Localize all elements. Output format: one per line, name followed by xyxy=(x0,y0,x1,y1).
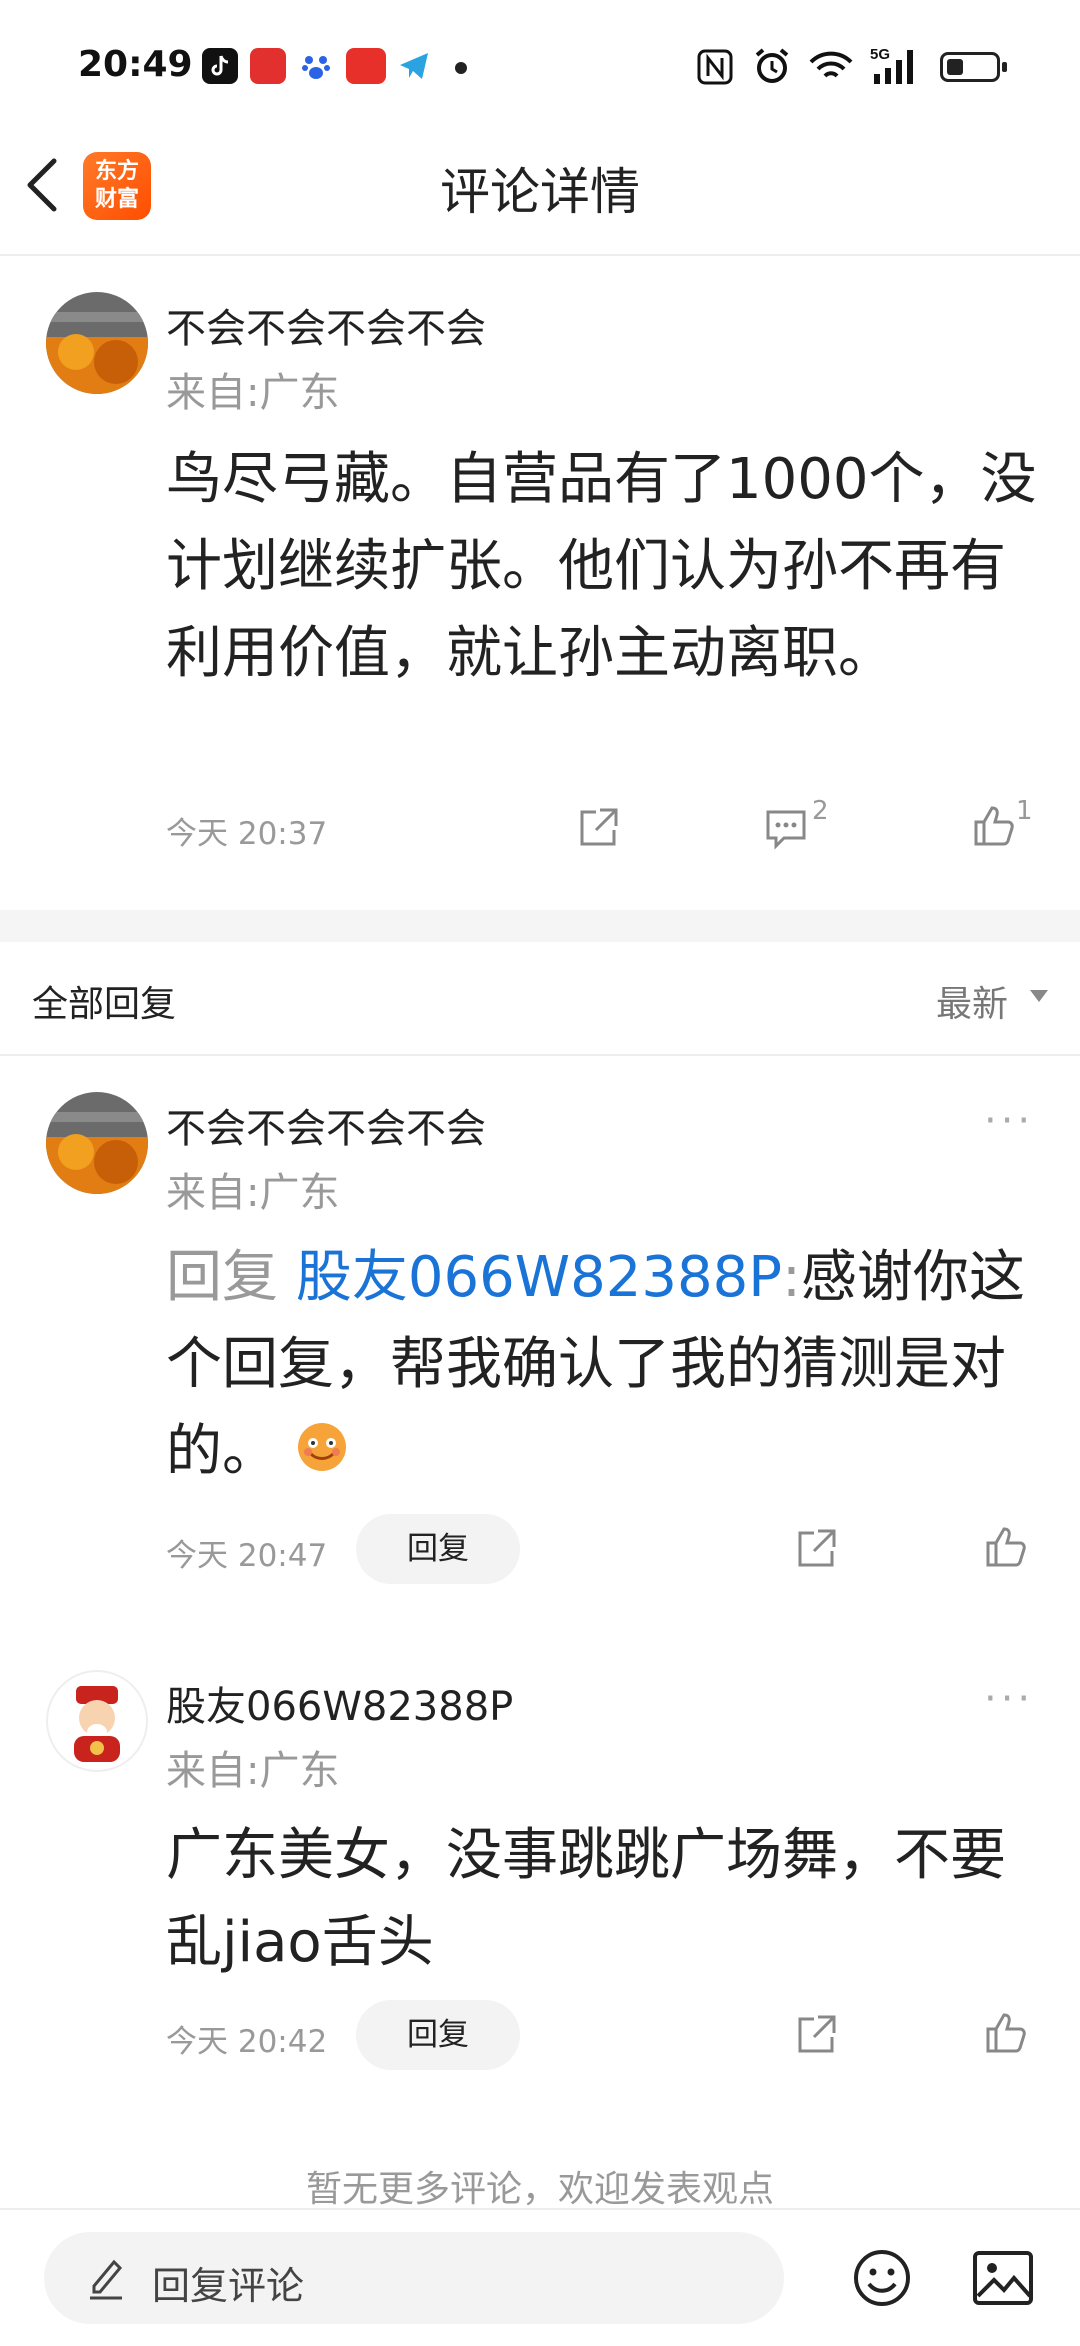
reply-button[interactable]: 回复 xyxy=(356,2000,520,2070)
more-icon[interactable]: ··· xyxy=(984,1098,1034,1144)
caret-down-icon[interactable] xyxy=(1030,990,1048,1002)
baidu-paw-icon xyxy=(298,48,334,84)
share-icon[interactable] xyxy=(792,1525,840,1573)
tiktok-icon xyxy=(202,48,238,84)
section-gap xyxy=(0,910,1080,942)
mention-separator: : xyxy=(781,1245,801,1310)
dot-icon xyxy=(455,62,467,74)
no-more-comments: 暂无更多评论，欢迎发表观点 xyxy=(305,2169,774,2210)
comment-time: 今天 20:37 xyxy=(166,816,328,852)
signal-5g-icon: 5G xyxy=(868,44,924,92)
reply-button[interactable]: 回复 xyxy=(356,1514,520,1584)
avatar[interactable] xyxy=(46,292,148,394)
alarm-icon xyxy=(752,46,792,90)
emoji-icon[interactable] xyxy=(852,2248,912,2312)
like-icon[interactable] xyxy=(982,1523,1030,1571)
reply-input-placeholder[interactable]: 回复评论 xyxy=(152,2255,304,2310)
location: 来自:广东 xyxy=(166,1170,340,1216)
avatar[interactable] xyxy=(46,1670,148,1772)
page-title: 评论详情 xyxy=(440,163,640,221)
nfc-icon xyxy=(696,48,734,90)
image-icon[interactable] xyxy=(972,2250,1034,2310)
share-icon[interactable] xyxy=(792,2011,840,2059)
reply-text: 广东美女，没事跳跳广场舞，不要乱jiao舌头 xyxy=(166,1823,1006,1975)
smiling-face-emoji-icon xyxy=(296,1411,348,1498)
sort-dropdown[interactable]: 最新 xyxy=(936,975,1008,1027)
toutiao-icon xyxy=(346,48,386,84)
like-icon[interactable] xyxy=(970,802,1018,850)
pencil-icon xyxy=(86,2256,126,2304)
username[interactable]: 股友066W82388P xyxy=(166,1674,513,1732)
comment-text: 鸟尽弓藏。自营品有了1000个，没计划继续扩张。他们认为孙不再有利用价值，就让孙… xyxy=(166,447,1037,686)
reply-prefix: 回复 xyxy=(166,1245,278,1310)
telegram-icon xyxy=(396,48,432,84)
reply-text: 回复 股友066W82388P:感谢你这个回复，帮我确认了我的猜测是对的。 xyxy=(166,1234,1046,1498)
username[interactable]: 不会不会不会不会 xyxy=(166,1096,486,1154)
mention-link[interactable]: 股友066W82388P xyxy=(296,1245,782,1310)
reply-time: 今天 20:42 xyxy=(166,2024,328,2060)
comment-count: 2 xyxy=(812,796,829,826)
status-time: 20:49 xyxy=(78,44,193,85)
comment-icon[interactable] xyxy=(762,804,810,852)
battery-icon xyxy=(940,52,1007,82)
like-icon[interactable] xyxy=(982,2009,1030,2057)
share-icon[interactable] xyxy=(574,804,622,852)
location: 来自:广东 xyxy=(166,370,340,416)
svg-text:5G: 5G xyxy=(870,46,890,63)
more-icon[interactable]: ··· xyxy=(984,1676,1034,1722)
avatar[interactable] xyxy=(46,1092,148,1194)
like-count: 1 xyxy=(1016,796,1033,826)
username[interactable]: 不会不会不会不会 xyxy=(166,296,486,354)
all-replies-title: 全部回复 xyxy=(32,984,177,1025)
replies-divider xyxy=(0,1054,1080,1056)
header-divider xyxy=(0,254,1080,256)
red-app-icon xyxy=(250,48,286,84)
location: 来自:广东 xyxy=(166,1748,340,1794)
wifi-icon xyxy=(808,50,854,88)
reply-time: 今天 20:47 xyxy=(166,1538,328,1574)
